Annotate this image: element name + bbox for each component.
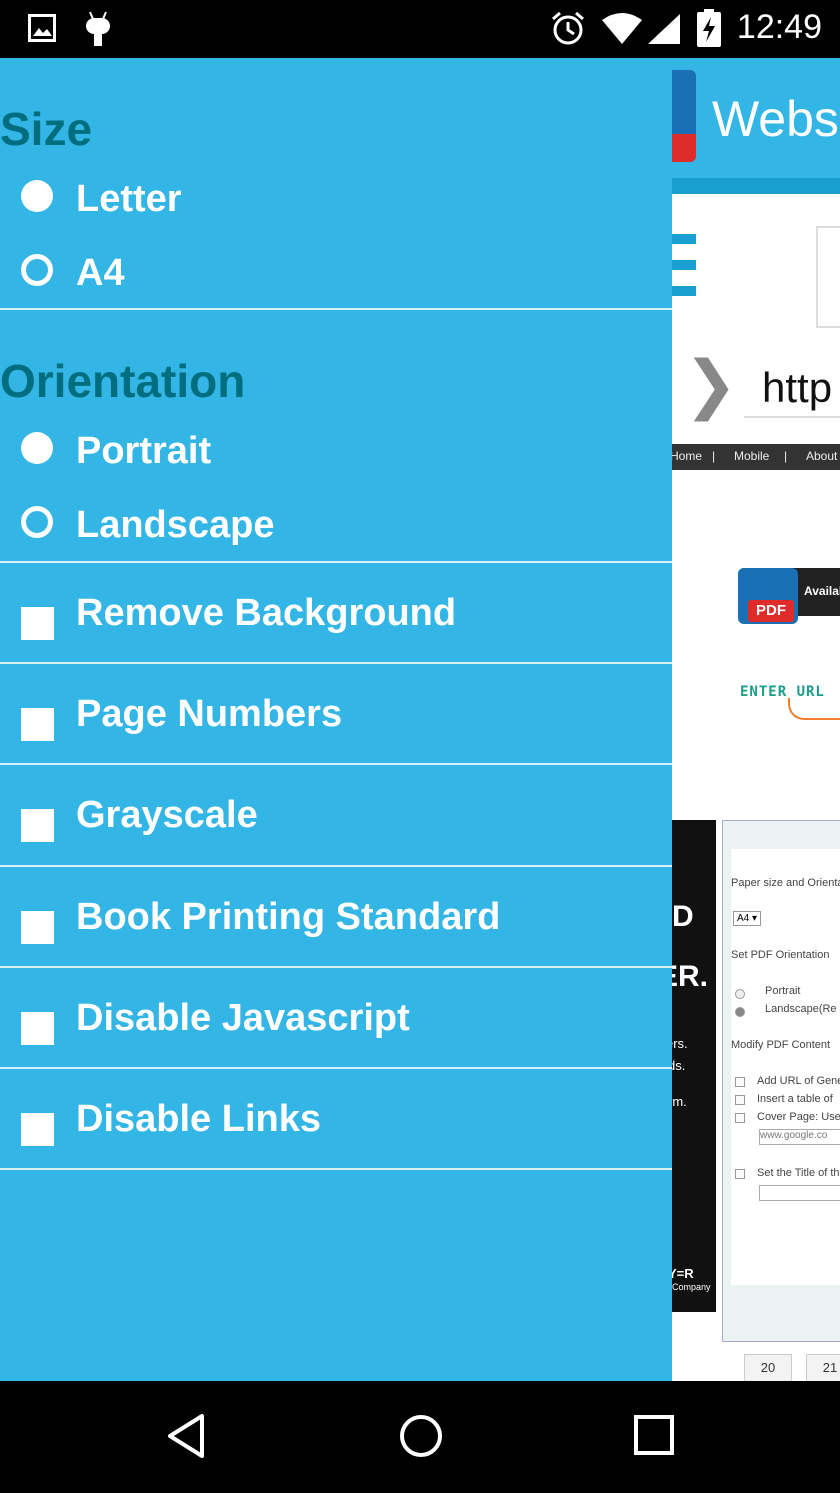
- settings-drawer: Size Letter A4 Orientation Portrait Land…: [0, 58, 672, 1381]
- site-nav: Home | Mobile | About U: [672, 444, 840, 470]
- background-app: Webs ❯ http Home | Mobile | About U Avai…: [672, 58, 840, 1381]
- app-logo: [672, 70, 696, 162]
- nav-link-mobile[interactable]: Mobile: [734, 449, 769, 463]
- option-checkbox[interactable]: [735, 1077, 745, 1087]
- orientation-label: Set PDF Orientation: [731, 949, 830, 961]
- checkbox-disable-javascript[interactable]: Disable Javascript: [0, 967, 672, 1067]
- nav-link-home[interactable]: Home: [672, 449, 702, 463]
- url-underline: [744, 416, 840, 418]
- option-checkbox[interactable]: [735, 1095, 745, 1105]
- radio-button-selected[interactable]: [21, 254, 53, 286]
- checkbox-label: Book Printing Standard: [76, 896, 501, 938]
- option-checkbox[interactable]: [735, 1113, 745, 1123]
- portrait-radio[interactable]: [735, 989, 745, 999]
- divider: [0, 1168, 672, 1170]
- pdf-label: PDF: [748, 600, 794, 622]
- orientation-section-title: Orientation: [0, 355, 246, 407]
- checkbox[interactable]: [21, 1012, 54, 1045]
- clock: 12:49: [736, 8, 822, 46]
- checkbox-label: Page Numbers: [76, 693, 343, 735]
- app-title: Webs: [712, 91, 839, 147]
- orientation-option-landscape[interactable]: Landscape: [0, 490, 672, 564]
- recents-icon[interactable]: [630, 1411, 680, 1461]
- size-option-a4[interactable]: A4: [0, 238, 672, 312]
- portrait-label: Portrait: [765, 985, 801, 997]
- checkbox-page-numbers[interactable]: Page Numbers: [0, 663, 672, 763]
- cover-url-input[interactable]: www.google.co: [759, 1129, 840, 1145]
- battery-charging-icon: [697, 9, 721, 47]
- checkbox[interactable]: [21, 809, 54, 842]
- header-stripe: [672, 178, 840, 194]
- nav-separator: |: [712, 449, 716, 463]
- checkbox-label: Disable Links: [76, 1098, 321, 1140]
- status-bar: 12:49: [0, 0, 840, 58]
- landscape-label: Landscape(Re: [765, 1003, 837, 1015]
- app-header: Webs: [672, 58, 840, 178]
- title-input[interactable]: [759, 1185, 840, 1201]
- option-checkbox[interactable]: [735, 1169, 745, 1179]
- nav-link-about[interactable]: About U: [806, 449, 840, 463]
- checkbox-book-printing-standard[interactable]: Book Printing Standard: [0, 866, 672, 966]
- system-nav-bar: [0, 1381, 840, 1493]
- paper-size-select[interactable]: A4 ▾: [733, 911, 762, 926]
- checkbox[interactable]: [21, 911, 54, 944]
- cell-signal-icon: [648, 14, 680, 44]
- alarm-icon: [552, 11, 584, 45]
- size-option-letter[interactable]: Letter: [0, 164, 672, 238]
- checkbox-remove-background[interactable]: Remove Background: [0, 562, 672, 662]
- chevron-right-icon[interactable]: ❯: [684, 348, 738, 422]
- toolbar-box[interactable]: [816, 226, 840, 328]
- home-icon[interactable]: [396, 1411, 446, 1461]
- orientation-option-portrait[interactable]: Portrait: [0, 416, 672, 490]
- checkbox[interactable]: [21, 708, 54, 741]
- checkbox-grayscale[interactable]: Grayscale: [0, 764, 672, 864]
- image-icon: [28, 14, 56, 42]
- option-label: Letter: [76, 178, 182, 220]
- nav-separator: |: [784, 449, 788, 463]
- checkbox-disable-links[interactable]: Disable Links: [0, 1068, 672, 1168]
- pdf-settings-panel: Paper size and Orienta A4 ▾ Set PDF Orie…: [722, 820, 840, 1342]
- checkbox-label: Remove Background: [76, 592, 457, 634]
- pdf-settings-inner: Paper size and Orienta A4 ▾ Set PDF Orie…: [731, 849, 840, 1285]
- checkbox-label: Disable Javascript: [76, 997, 410, 1039]
- page-button[interactable]: 21: [806, 1354, 840, 1381]
- landscape-radio[interactable]: [735, 1007, 745, 1017]
- arrow-graphic: [788, 698, 840, 720]
- size-section-title: Size: [0, 103, 93, 155]
- back-icon[interactable]: [162, 1411, 212, 1461]
- modify-content-label: Modify PDF Content: [731, 1039, 831, 1051]
- divider: [0, 308, 672, 310]
- radio-button-selected[interactable]: [21, 506, 53, 538]
- checkbox[interactable]: [21, 607, 54, 640]
- menu-icon-bar: [672, 260, 696, 270]
- wifi-icon: [602, 13, 642, 44]
- menu-icon[interactable]: [672, 234, 696, 244]
- android-debug-icon: [86, 11, 110, 46]
- checkbox[interactable]: [21, 1113, 54, 1146]
- ad-banner: D ER. ers. ds. rm. Y=R Company: [672, 820, 716, 1312]
- option-label: Portrait: [76, 430, 212, 472]
- menu-icon-bar: [672, 286, 696, 296]
- paper-size-label: Paper size and Orienta: [731, 877, 840, 889]
- option-label: A4: [76, 252, 125, 294]
- option-label: Landscape: [76, 504, 275, 546]
- radio-button[interactable]: [21, 180, 53, 212]
- checkbox-label: Grayscale: [76, 794, 258, 836]
- url-input[interactable]: http: [762, 364, 832, 412]
- radio-button[interactable]: [21, 432, 53, 464]
- page-button[interactable]: 20: [744, 1354, 792, 1381]
